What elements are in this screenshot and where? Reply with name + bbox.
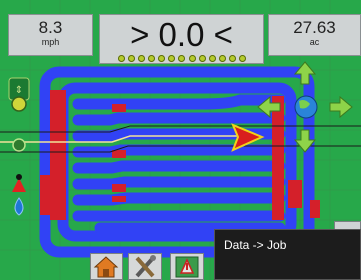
- speed-panel: 8.3 mph: [8, 14, 93, 56]
- home-button[interactable]: [90, 253, 123, 280]
- cross-track-value: > 0.0 <: [130, 16, 233, 53]
- speed-unit: mph: [41, 37, 60, 47]
- lightbar-led: [188, 55, 196, 62]
- lightbar-led: [118, 55, 125, 62]
- tools-button[interactable]: [128, 253, 162, 280]
- home-icon: [93, 256, 119, 278]
- lightbar-led: [168, 55, 176, 62]
- field-map-button[interactable]: [170, 253, 204, 280]
- lightbar-led: [148, 55, 156, 62]
- lightbar-led: [208, 55, 216, 62]
- boundary-icon[interactable]: [12, 138, 26, 152]
- lightbar-led: [218, 55, 226, 62]
- tooltip-text: Data -> Job: [224, 238, 287, 252]
- lightbar-leds: [118, 55, 246, 62]
- area-unit: ac: [309, 37, 320, 47]
- tooltip: Data -> Job: [214, 229, 361, 280]
- lightbar-led: [178, 55, 186, 62]
- svg-text:⇕: ⇕: [15, 85, 23, 96]
- lightbar-led: [228, 55, 236, 62]
- lightbar-panel: > 0.0 <: [99, 14, 264, 64]
- guidance-screen: ⇕ 8.3 mph > 0.0 < 27.63 ac Data -> Job: [0, 0, 361, 280]
- area-panel: 27.63 ac: [268, 14, 361, 56]
- lightbar-led: [238, 55, 246, 62]
- lightbar-led: [158, 55, 166, 62]
- record-icon[interactable]: [11, 96, 27, 112]
- speed-value: 8.3: [38, 18, 63, 37]
- lightbar-led: [128, 55, 136, 62]
- lightbar-led: [198, 55, 206, 62]
- area-value: 27.63: [293, 18, 336, 37]
- field-map-icon: [175, 256, 199, 278]
- tools-icon: [135, 255, 156, 278]
- lightbar-led: [138, 55, 146, 62]
